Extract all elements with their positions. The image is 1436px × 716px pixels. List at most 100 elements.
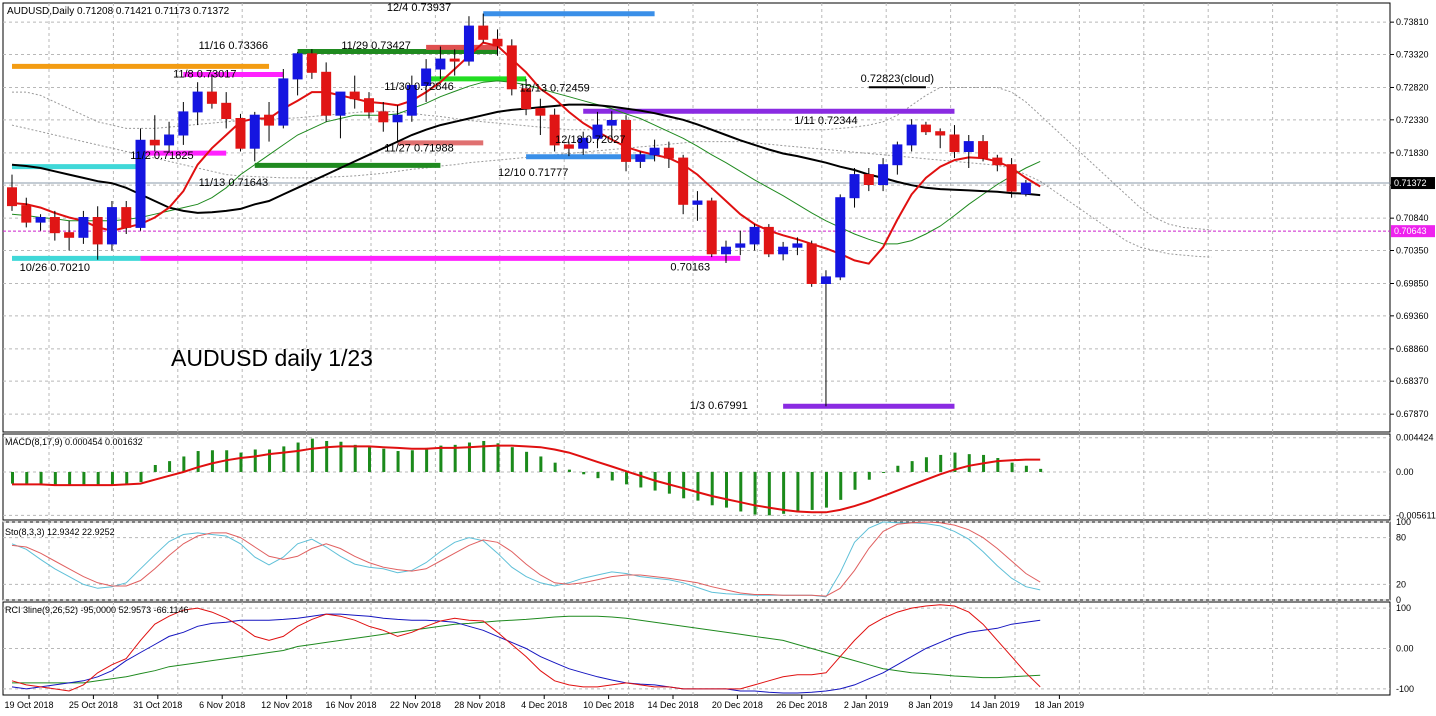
candle-body xyxy=(778,246,789,255)
candle-body xyxy=(106,207,117,245)
candle-body xyxy=(906,124,917,146)
macd-header: MACD(8,17,9) 0.000454 0.001632 xyxy=(5,437,143,447)
macd-bar xyxy=(496,443,500,472)
candle-body xyxy=(535,108,546,116)
candle-body xyxy=(235,118,246,149)
y-tick-label: 0.70840 xyxy=(1396,213,1429,223)
candle-body xyxy=(449,58,460,62)
annotation-label: 1/3 0.67991 xyxy=(690,400,748,412)
macd-bar xyxy=(596,471,600,479)
y-tick-label: 0.68860 xyxy=(1396,344,1429,354)
macd-bar xyxy=(110,471,114,486)
candle-body xyxy=(935,131,946,136)
candle-body xyxy=(35,217,46,223)
forex-chart: 12/4 0.73937 11/16 0.73366 11/29 0.73427 11… xyxy=(2,2,1436,710)
macd-bar xyxy=(853,471,857,490)
macd-bar xyxy=(282,446,286,472)
candle-body xyxy=(463,25,474,62)
x-tick-label: 25 Oct 2018 xyxy=(69,700,118,710)
y-tick-label: 0.004424 xyxy=(1396,433,1434,443)
y-tick-label: 100 xyxy=(1396,603,1411,613)
candle-body xyxy=(206,91,217,104)
macd-bar xyxy=(253,449,257,472)
macd-bar xyxy=(582,471,586,475)
x-tick-label: 19 Oct 2018 xyxy=(4,700,53,710)
macd-bar xyxy=(325,440,329,472)
macd-bar xyxy=(567,469,571,472)
macd-bar xyxy=(539,456,543,472)
candle-body xyxy=(835,197,846,278)
candle-body xyxy=(792,243,803,248)
candle-body xyxy=(863,174,874,186)
macd-bar xyxy=(425,447,429,472)
candle-body xyxy=(849,174,860,199)
candle-body xyxy=(264,114,275,126)
candle-body xyxy=(663,147,674,159)
macd-bar xyxy=(610,471,614,481)
candle-body xyxy=(1020,182,1031,195)
macd-bar xyxy=(667,471,671,494)
candle-body xyxy=(249,114,260,149)
candle-body xyxy=(806,243,817,284)
x-tick-label: 6 Nov 2018 xyxy=(199,700,245,710)
candle-body xyxy=(149,139,160,146)
candle-body xyxy=(335,91,346,116)
macd-panel[interactable] xyxy=(11,438,1043,516)
candle-body xyxy=(92,217,103,245)
macd-bar xyxy=(1039,468,1043,472)
y-tick-label: 0.73810 xyxy=(1396,17,1429,27)
candle-body xyxy=(635,154,646,162)
annotation-label: 10/26 0.70210 xyxy=(20,262,90,274)
macd-bar xyxy=(896,465,900,472)
macd-bar xyxy=(739,471,743,512)
sto-panel-frame xyxy=(2,521,1391,601)
candle-body xyxy=(1006,164,1017,192)
annotation-label: 12/10 0.71777 xyxy=(498,167,568,179)
candle-body xyxy=(706,200,717,255)
y-tick-label: 100 xyxy=(1396,517,1411,527)
macd-bar xyxy=(82,471,86,486)
macd-bar xyxy=(368,447,371,472)
y-tick-label: 0.69850 xyxy=(1396,279,1429,289)
macd-bar xyxy=(382,448,386,472)
candle-body xyxy=(606,119,617,126)
candle-body xyxy=(963,141,974,153)
candle-body xyxy=(506,45,517,90)
y-tick-label: 0.67870 xyxy=(1396,409,1429,419)
annotation-label: 12/4 0.73937 xyxy=(387,2,451,14)
macd-bar xyxy=(210,450,214,472)
candle-body xyxy=(478,25,489,40)
x-tick-label: 16 Nov 2018 xyxy=(325,700,376,710)
macd-bar xyxy=(710,471,714,506)
annotation-label: 11/8 0.73017 xyxy=(173,69,236,81)
x-tick-label: 26 Dec 2018 xyxy=(776,700,827,710)
candle-body xyxy=(64,232,75,238)
candle-body xyxy=(649,147,660,156)
y-tick-label: 0.72330 xyxy=(1396,115,1429,125)
annotation-label: 0.72823(cloud) xyxy=(861,73,934,85)
macd-bar xyxy=(139,471,143,483)
candle-body xyxy=(221,102,232,119)
y-tick-label: 0.00 xyxy=(1396,467,1414,477)
macd-bar xyxy=(924,457,928,472)
annotation-label: 11/27 0.71988 xyxy=(384,143,454,155)
macd-bar xyxy=(39,471,43,486)
y-tick-label: 20 xyxy=(1396,579,1406,589)
candle-body xyxy=(878,164,889,185)
macd-bar xyxy=(753,471,757,515)
candle-body xyxy=(692,200,703,205)
x-tick-label: 4 Dec 2018 xyxy=(521,700,567,710)
candle-body xyxy=(306,53,317,73)
candle-body xyxy=(164,134,175,146)
annotation-label: 11/2 0.71825 xyxy=(130,150,193,162)
annotation-label: 0.70163 xyxy=(670,261,710,273)
candle-body xyxy=(992,157,1003,166)
current-price-tag: 0.71372 xyxy=(1394,178,1427,188)
macd-bar xyxy=(639,471,643,488)
y-tick-label: 0.73320 xyxy=(1396,49,1429,59)
x-tick-label: 31 Oct 2018 xyxy=(133,700,182,710)
macd-bar xyxy=(310,438,314,472)
y-tick-label: 0.00 xyxy=(1396,644,1414,654)
candle-body xyxy=(763,226,774,255)
candle-body xyxy=(749,226,760,245)
